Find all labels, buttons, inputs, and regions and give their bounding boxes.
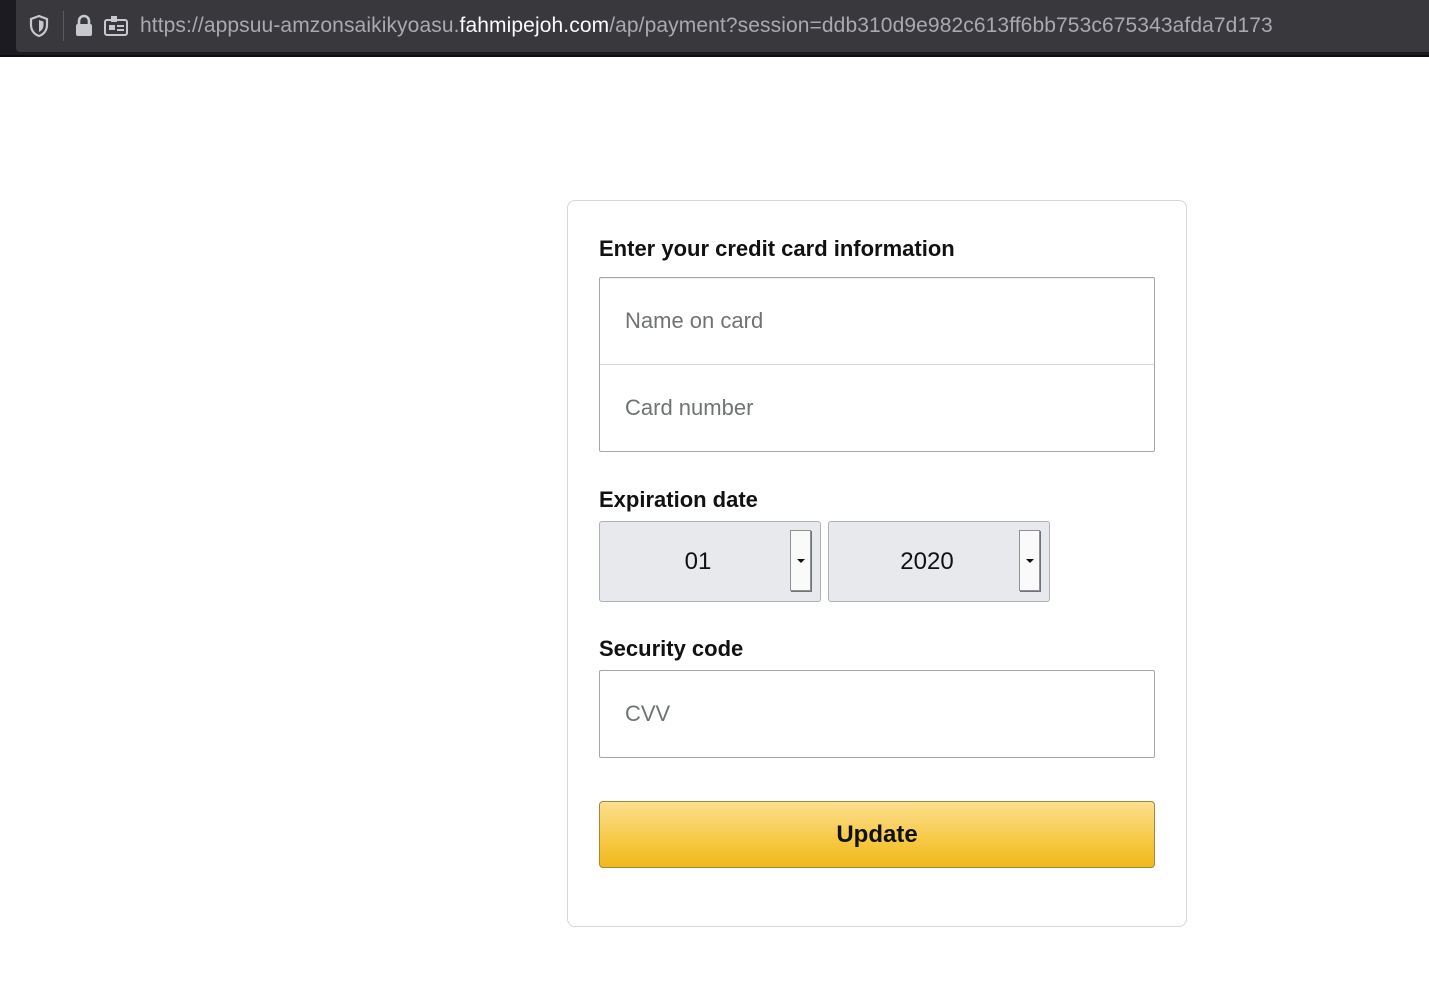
payment-form-card: Enter your credit card information Expir… xyxy=(567,200,1187,927)
permissions-icon[interactable] xyxy=(102,12,130,40)
cvv-input[interactable] xyxy=(600,671,1154,757)
url-prefix: https://appsuu-amzonsaikikyoasu. xyxy=(140,14,460,37)
expiration-year-select[interactable]: 2020 xyxy=(828,521,1050,602)
toolbar-separator xyxy=(63,11,64,41)
year-dropdown-arrow[interactable] xyxy=(1019,530,1040,591)
card-input-group xyxy=(599,277,1155,452)
expiration-month-select[interactable]: 01 xyxy=(599,521,821,602)
month-dropdown-arrow[interactable] xyxy=(790,530,811,591)
address-bar[interactable]: https://appsuu-amzonsaikikyoasu.fahmipej… xyxy=(16,0,1429,52)
url-host: fahmipejoh.com xyxy=(459,14,610,37)
expiration-month-value: 01 xyxy=(684,548,712,575)
url-text[interactable]: https://appsuu-amzonsaikikyoasu.fahmipej… xyxy=(140,14,1273,38)
update-button[interactable]: Update xyxy=(599,801,1155,868)
cvv-field-wrapper xyxy=(599,670,1155,758)
shield-icon[interactable] xyxy=(25,12,53,40)
security-code-label: Security code xyxy=(599,636,744,661)
name-on-card-input[interactable] xyxy=(600,278,1154,364)
lock-icon[interactable] xyxy=(70,12,98,40)
expiration-date-label: Expiration date xyxy=(599,487,758,512)
chevron-down-icon xyxy=(1025,558,1034,563)
form-heading: Enter your credit card information xyxy=(599,236,955,261)
url-path: /ap/payment?session=ddb310d9e982c613ff6b… xyxy=(609,14,1273,37)
expiration-year-value: 2020 xyxy=(900,548,954,575)
card-number-input[interactable] xyxy=(600,365,1154,451)
chevron-down-icon xyxy=(796,558,805,563)
browser-toolbar: https://appsuu-amzonsaikikyoasu.fahmipej… xyxy=(0,0,1429,57)
